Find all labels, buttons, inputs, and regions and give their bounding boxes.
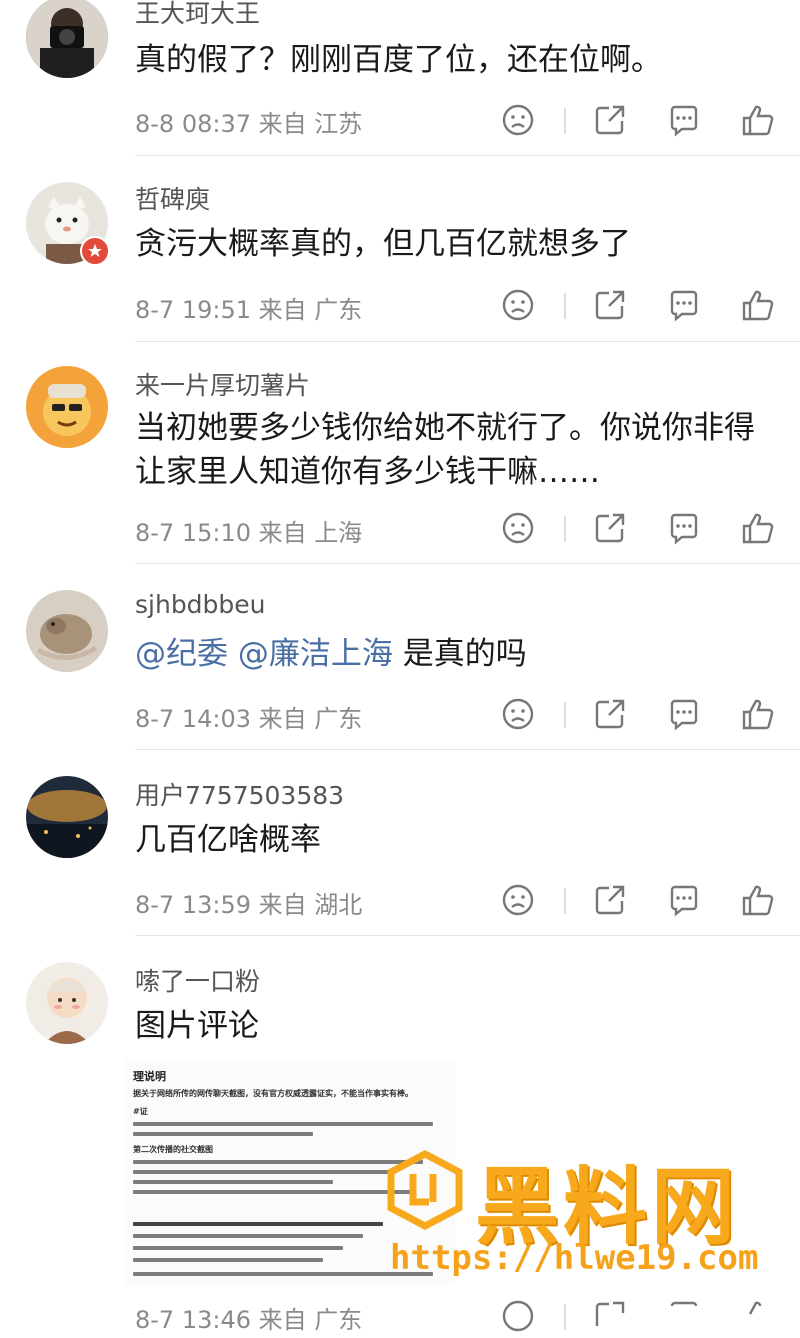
dislike-icon[interactable] bbox=[500, 287, 536, 323]
share-icon[interactable] bbox=[592, 882, 628, 918]
reply-icon[interactable] bbox=[666, 1298, 702, 1334]
comment-text: 贪污大概率真的，但几百亿就想多了 bbox=[135, 226, 631, 262]
mention-link[interactable]: @廉洁上海 bbox=[238, 636, 393, 672]
comment-meta: 8-7 13:59 来自 湖北 bbox=[135, 885, 362, 920]
dislike-icon[interactable] bbox=[500, 510, 536, 546]
comment-actions bbox=[498, 102, 788, 142]
divider bbox=[135, 341, 800, 342]
comment-meta: 8-7 14:03 来自 广东 bbox=[135, 699, 362, 734]
doc-line: 据关于网络所传的网传聊天截图，没有官方权威透露证实，不能当作事实有棒。 bbox=[133, 1089, 413, 1098]
comment-location: 来自 广东 bbox=[258, 1306, 363, 1334]
like-icon[interactable] bbox=[740, 696, 776, 732]
share-icon[interactable] bbox=[592, 696, 628, 732]
mention-link[interactable]: @纪委 bbox=[135, 636, 228, 672]
comment-actions bbox=[498, 287, 788, 327]
doc-line bbox=[133, 1160, 423, 1164]
comment-actions bbox=[498, 882, 788, 922]
reply-icon[interactable] bbox=[666, 510, 702, 546]
doc-heading: #证 bbox=[133, 1107, 148, 1116]
avatar[interactable] bbox=[26, 0, 108, 78]
username[interactable]: 嗦了一口粉 bbox=[135, 962, 260, 998]
comment-time: 8-7 19:51 bbox=[135, 296, 251, 324]
separator bbox=[564, 888, 566, 914]
doc-title: 理说明 bbox=[133, 1070, 166, 1083]
comment-text: 真的假了？刚刚百度了位，还在位啊。 bbox=[135, 42, 662, 78]
comment-location: 来自 广东 bbox=[258, 705, 363, 733]
doc-line bbox=[133, 1234, 363, 1238]
divider bbox=[135, 155, 800, 156]
avatar[interactable] bbox=[26, 590, 108, 672]
separator bbox=[564, 108, 566, 134]
comment-actions bbox=[498, 1298, 788, 1338]
share-icon[interactable] bbox=[592, 510, 628, 546]
dislike-icon[interactable] bbox=[500, 696, 536, 732]
divider bbox=[135, 749, 800, 750]
comment-time: 8-7 15:10 bbox=[135, 519, 251, 547]
comment-actions bbox=[498, 696, 788, 736]
comment-time: 8-7 14:03 bbox=[135, 705, 251, 733]
doc-line bbox=[133, 1222, 383, 1226]
comment-time: 8-8 08:37 bbox=[135, 110, 251, 138]
doc-line bbox=[133, 1132, 313, 1136]
avatar[interactable] bbox=[26, 366, 108, 448]
share-icon[interactable] bbox=[592, 1298, 628, 1334]
comment-meta: 8-7 19:51 来自 广东 bbox=[135, 290, 362, 325]
dislike-icon[interactable] bbox=[500, 882, 536, 918]
avatar[interactable] bbox=[26, 776, 108, 858]
doc-line bbox=[133, 1180, 333, 1184]
comment-location: 来自 湖北 bbox=[258, 891, 363, 919]
doc-line bbox=[133, 1272, 433, 1276]
comment-meta: 8-7 15:10 来自 上海 bbox=[135, 513, 362, 548]
comment-location: 来自 广东 bbox=[258, 296, 363, 324]
doc-line bbox=[133, 1246, 343, 1250]
comment-text: @纪委 @廉洁上海 是真的吗 bbox=[135, 632, 775, 676]
like-icon[interactable] bbox=[740, 1298, 776, 1334]
comment-text: 当初她要多少钱你给她不就行了。你说你非得让家里人知道你有多少钱干嘛…… bbox=[135, 410, 755, 490]
watermark-url: https://hlwe19.com bbox=[390, 1238, 759, 1278]
like-icon[interactable] bbox=[740, 102, 776, 138]
comment-actions bbox=[498, 510, 788, 550]
comment-text-body: 是真的吗 bbox=[392, 636, 527, 672]
doc-line bbox=[133, 1170, 393, 1174]
separator bbox=[564, 293, 566, 319]
separator bbox=[564, 702, 566, 728]
comment-text: 图片评论 bbox=[135, 1008, 259, 1044]
username[interactable]: 来一片厚切薯片 bbox=[135, 366, 310, 402]
username[interactable]: sjhbdbbeu bbox=[135, 590, 266, 619]
comment-text: 几百亿啥概率 bbox=[135, 822, 321, 858]
username[interactable]: 王大珂大王 bbox=[135, 0, 260, 30]
doc-line bbox=[133, 1122, 433, 1126]
like-icon[interactable] bbox=[740, 510, 776, 546]
separator bbox=[564, 516, 566, 542]
dislike-icon[interactable] bbox=[500, 1298, 536, 1334]
divider bbox=[135, 935, 800, 936]
share-icon[interactable] bbox=[592, 287, 628, 323]
username[interactable]: 哲碑庾 bbox=[135, 180, 210, 216]
doc-line bbox=[133, 1258, 323, 1262]
comment-location: 来自 江苏 bbox=[258, 110, 363, 138]
like-icon[interactable] bbox=[740, 882, 776, 918]
comment-location: 来自 上海 bbox=[258, 519, 363, 547]
share-icon[interactable] bbox=[592, 102, 628, 138]
separator bbox=[564, 1304, 566, 1330]
reply-icon[interactable] bbox=[666, 882, 702, 918]
like-icon[interactable] bbox=[740, 287, 776, 323]
avatar[interactable] bbox=[26, 962, 108, 1044]
comment-time: 8-7 13:59 bbox=[135, 891, 251, 919]
reply-icon[interactable] bbox=[666, 102, 702, 138]
reply-icon[interactable] bbox=[666, 696, 702, 732]
doc-heading: 第二次传播的社交截图 bbox=[133, 1145, 213, 1154]
comment-meta: 8-7 13:46 来自 广东 bbox=[135, 1300, 362, 1335]
comment-time: 8-7 13:46 bbox=[135, 1306, 251, 1334]
watermark-logo-icon bbox=[385, 1150, 465, 1230]
username[interactable]: 用户7757503583 bbox=[135, 776, 344, 812]
verified-badge-icon bbox=[80, 236, 110, 266]
dislike-icon[interactable] bbox=[500, 102, 536, 138]
reply-icon[interactable] bbox=[666, 287, 702, 323]
doc-line bbox=[133, 1190, 413, 1194]
divider bbox=[135, 563, 800, 564]
comment-meta: 8-8 08:37 来自 江苏 bbox=[135, 104, 362, 139]
